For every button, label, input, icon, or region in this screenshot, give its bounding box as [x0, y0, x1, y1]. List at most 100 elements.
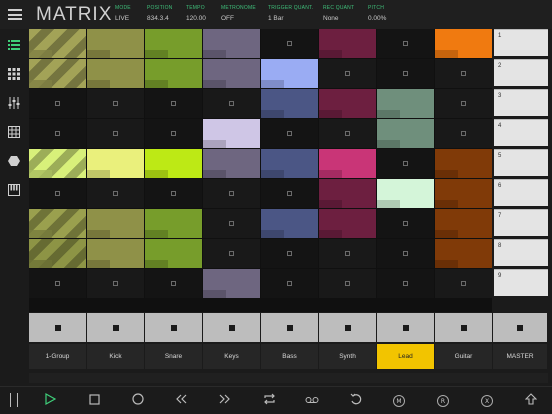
loop-button[interactable] [261, 393, 277, 409]
scene-launch-button[interactable]: 9 [494, 269, 548, 296]
stop-clip-button[interactable] [493, 313, 547, 342]
clip-slot-empty[interactable] [29, 269, 86, 298]
clip-slot-filled[interactable] [87, 149, 144, 178]
clip-slot-filled[interactable] [87, 29, 144, 58]
clip-slot-empty[interactable] [29, 89, 86, 118]
clip-slot-filled[interactable] [203, 119, 260, 148]
clip-slot-empty[interactable] [261, 119, 318, 148]
clip-slot-filled[interactable] [29, 149, 86, 178]
metronome-button[interactable]: M [391, 393, 407, 409]
scene-launch-button[interactable]: 5 [494, 149, 548, 176]
scene-launch-button[interactable]: 1 [494, 29, 548, 56]
track-name-keys[interactable]: Keys [203, 344, 260, 369]
scene-launch-button[interactable]: 7 [494, 209, 548, 236]
stop-clip-button[interactable] [29, 313, 86, 342]
header-field-tempo[interactable]: TEMPO 120.00 [186, 5, 206, 22]
scene-launch-button[interactable]: 3 [494, 89, 548, 116]
clip-slot-filled[interactable] [203, 59, 260, 88]
hexagon-icon[interactable] [8, 154, 20, 166]
clip-slot-empty[interactable] [377, 29, 434, 58]
clip-slot-empty[interactable] [377, 59, 434, 88]
clip-slot-empty[interactable] [377, 149, 434, 178]
crossfader-strip[interactable] [29, 373, 548, 383]
clip-slot-filled[interactable] [319, 29, 376, 58]
clip-slot-filled[interactable] [261, 59, 318, 88]
header-field-trigger-quant[interactable]: TRIGGER QUANT. 1 Bar [268, 5, 313, 22]
clip-slot-filled[interactable] [203, 29, 260, 58]
clip-slot-empty[interactable] [435, 89, 492, 118]
record-button[interactable] [130, 393, 146, 409]
clip-slot-filled[interactable] [145, 59, 202, 88]
track-name-snare[interactable]: Snare [145, 344, 202, 369]
clip-slot-filled[interactable] [29, 29, 86, 58]
clip-slot-filled[interactable] [435, 239, 492, 268]
clip-slot-empty[interactable] [203, 179, 260, 208]
clip-slot-empty[interactable] [203, 239, 260, 268]
clip-slot-filled[interactable] [435, 149, 492, 178]
mixer-icon[interactable] [8, 96, 20, 109]
clip-slot-filled[interactable] [261, 209, 318, 238]
clip-slot-empty[interactable] [145, 89, 202, 118]
clip-slot-filled[interactable] [145, 149, 202, 178]
scene-launch-button[interactable]: 2 [494, 59, 548, 86]
clip-slot-empty[interactable] [319, 239, 376, 268]
clip-slot-filled[interactable] [319, 149, 376, 178]
clip-slot-filled[interactable] [319, 179, 376, 208]
clip-slot-filled[interactable] [203, 269, 260, 298]
clip-slot-empty[interactable] [435, 59, 492, 88]
track-name-lead[interactable]: Lead [377, 344, 434, 369]
arrow-up-button[interactable] [523, 393, 539, 409]
clip-slot-filled[interactable] [145, 29, 202, 58]
rewind-button[interactable] [173, 393, 189, 409]
stop-clip-button[interactable] [319, 313, 376, 342]
stop-clip-button[interactable] [87, 313, 144, 342]
clip-slot-empty[interactable] [435, 119, 492, 148]
clip-slot-filled[interactable] [435, 179, 492, 208]
stop-clip-button[interactable] [377, 313, 434, 342]
clip-slot-filled[interactable] [87, 239, 144, 268]
header-field-pitch[interactable]: PITCH 0.00% [368, 5, 386, 22]
clip-slot-filled[interactable] [261, 149, 318, 178]
clip-slot-empty[interactable] [203, 209, 260, 238]
clip-slot-filled[interactable] [29, 239, 86, 268]
clip-slot-filled[interactable] [319, 209, 376, 238]
header-field-rec-quant[interactable]: REC QUANT None [323, 5, 354, 22]
clip-slot-empty[interactable] [377, 239, 434, 268]
tape-button[interactable] [304, 393, 320, 409]
clip-slot-empty[interactable] [87, 179, 144, 208]
clip-slot-empty[interactable] [377, 269, 434, 298]
clip-slot-filled[interactable] [319, 89, 376, 118]
matrix-grid-icon[interactable] [8, 125, 20, 138]
clip-slot-filled[interactable] [29, 209, 86, 238]
grid-icon[interactable] [8, 67, 20, 80]
header-field-mode[interactable]: MODE LIVE [115, 5, 131, 22]
stop-clip-button[interactable] [203, 313, 260, 342]
clip-slot-empty[interactable] [29, 179, 86, 208]
play-button[interactable] [42, 392, 58, 409]
track-name-synth[interactable]: Synth [319, 344, 376, 369]
scene-launch-button[interactable]: 6 [494, 179, 548, 206]
clip-slot-empty[interactable] [29, 119, 86, 148]
clip-slot-empty[interactable] [377, 209, 434, 238]
clip-slot-empty[interactable] [435, 269, 492, 298]
clip-slot-filled[interactable] [377, 119, 434, 148]
clip-slot-filled[interactable] [435, 29, 492, 58]
clip-slot-empty[interactable] [203, 89, 260, 118]
header-field-position[interactable]: POSITION 834.3.4 [147, 5, 173, 22]
clip-slot-filled[interactable] [435, 209, 492, 238]
track-name-bass[interactable]: Bass [261, 344, 318, 369]
bars-icon[interactable] [10, 393, 18, 407]
overdub-button[interactable]: R [435, 393, 451, 409]
menu-icon[interactable] [8, 9, 22, 20]
header-field-metronome[interactable]: METRONOME OFF [221, 5, 256, 22]
clip-slot-filled[interactable] [145, 209, 202, 238]
clip-slot-filled[interactable] [29, 59, 86, 88]
clip-slot-filled[interactable] [87, 209, 144, 238]
clip-slot-empty[interactable] [145, 119, 202, 148]
stop-clip-button[interactable] [435, 313, 492, 342]
clip-slot-empty[interactable] [87, 119, 144, 148]
scene-launch-button[interactable]: 4 [494, 119, 548, 146]
clip-slot-empty[interactable] [261, 29, 318, 58]
stop-clip-button[interactable] [145, 313, 202, 342]
clip-slot-filled[interactable] [377, 179, 434, 208]
